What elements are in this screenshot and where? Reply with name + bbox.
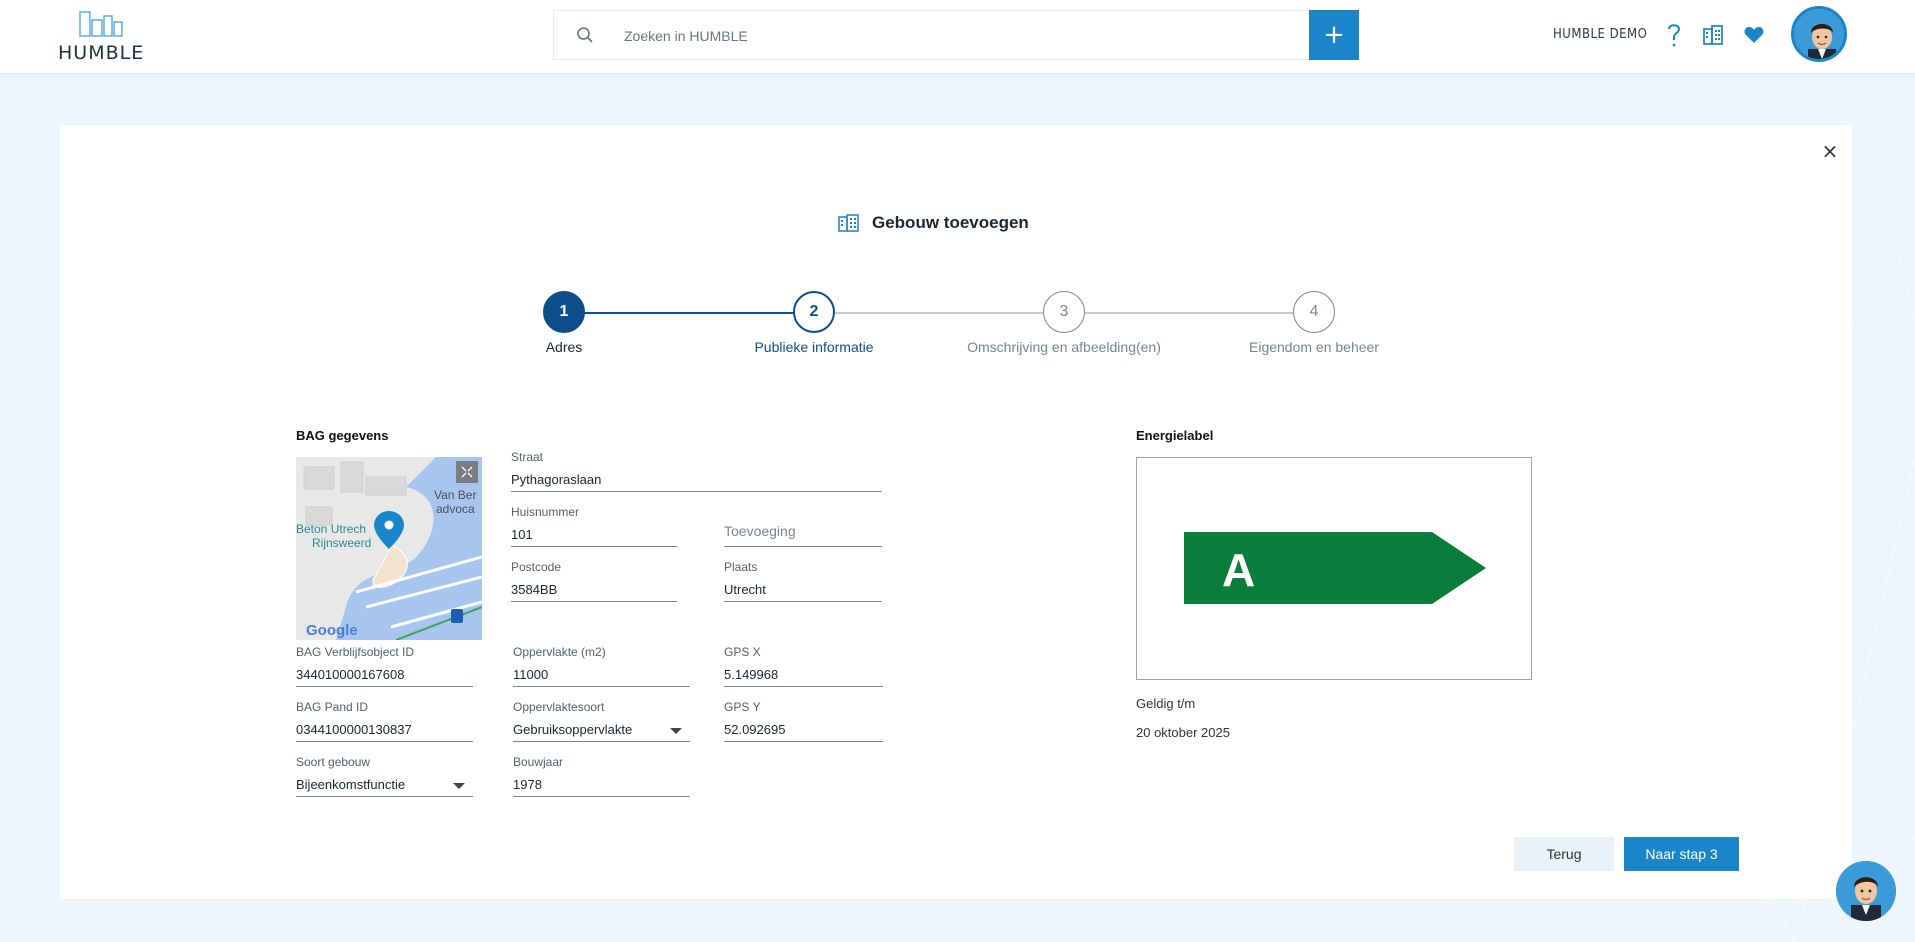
user-avatar[interactable]: [1791, 6, 1847, 62]
bag-section-title: BAG gegevens: [296, 428, 389, 443]
next-step-button[interactable]: Naar stap 3: [1624, 837, 1739, 871]
postcode-value: 3584BB: [511, 582, 558, 597]
add-building-dialog: × Gebouw toevoegen 1 2 3 4 Adres Publiek…: [60, 125, 1852, 899]
building-title-icon: [838, 214, 859, 232]
verblijfsobject-id-value: 344010000167608: [296, 667, 405, 682]
top-navigation-bar: HUMBLE + HUMBLE DEMO: [0, 0, 1915, 74]
step-3-circle[interactable]: 3: [1043, 291, 1085, 333]
chevron-down-icon: [453, 783, 465, 789]
chevron-down-icon: [670, 728, 682, 734]
energy-label-graphic: A: [1184, 532, 1486, 604]
bouwjaar-label: Bouwjaar: [513, 755, 564, 769]
map-label-beton: Beton Utrech: [296, 522, 366, 536]
gps-x-value: 5.149968: [724, 667, 779, 682]
oppervlaktesoort-select[interactable]: Oppervlaktesoort Gebruiksoppervlakte: [513, 700, 690, 742]
verblijfsobject-id-label: BAG Verblijfsobject ID: [296, 645, 415, 659]
bouwjaar-value: 1978: [513, 777, 542, 792]
oppervlakte-label: Oppervlakte (m2): [513, 645, 606, 659]
account-label[interactable]: HUMBLE DEMO: [1553, 27, 1647, 42]
step-4-label: Eigendom en beheer: [1249, 339, 1379, 355]
soort-gebouw-value: Bijeenkomstfunctie: [296, 777, 406, 792]
plaats-label: Plaats: [724, 560, 758, 574]
search-icon: [577, 27, 593, 43]
add-button[interactable]: +: [1309, 10, 1359, 60]
plaats-field[interactable]: Plaats Utrecht: [724, 560, 882, 602]
back-button[interactable]: Terug: [1514, 837, 1614, 871]
postcode-label: Postcode: [511, 560, 562, 574]
gps-y-label: GPS Y: [724, 700, 761, 714]
pand-id-value: 0344100000130837: [296, 722, 412, 737]
step-connector-3-4: [1064, 312, 1314, 314]
step-2-label: Publieke informatie: [754, 339, 874, 355]
oppervlakte-field[interactable]: Oppervlakte (m2) 11000: [513, 645, 690, 687]
question-icon[interactable]: [1666, 22, 1682, 48]
straat-value: Pythagoraslaan: [511, 472, 602, 487]
chat-avatar-illustration-icon: [1836, 861, 1896, 921]
bouwjaar-field[interactable]: Bouwjaar 1978: [513, 755, 690, 797]
huisnummer-field[interactable]: Huisnummer 101: [511, 505, 677, 547]
verblijfsobject-id-field[interactable]: BAG Verblijfsobject ID 344010000167608: [296, 645, 473, 687]
map-attribution: Google: [306, 622, 358, 639]
huisnummer-value: 101: [511, 527, 533, 542]
humble-logo[interactable]: HUMBLE: [58, 8, 144, 66]
oppervlakte-value: 11000: [513, 667, 549, 682]
logo-text: HUMBLE: [58, 42, 145, 64]
postcode-field[interactable]: Postcode 3584BB: [511, 560, 677, 602]
pand-id-label: BAG Pand ID: [296, 700, 369, 714]
buildings-icon[interactable]: [1702, 24, 1724, 46]
dialog-title-text: Gebouw toevoegen: [872, 213, 1029, 232]
heart-icon[interactable]: [1744, 26, 1764, 44]
gps-x-label: GPS X: [724, 645, 761, 659]
step-connector-2-3: [814, 312, 1064, 314]
map-expand-icon[interactable]: [456, 461, 478, 483]
avatar-illustration-icon: [1794, 9, 1844, 59]
soort-gebouw-select[interactable]: Soort gebouw Bijeenkomstfunctie: [296, 755, 473, 797]
step-1-circle[interactable]: 1: [543, 291, 585, 333]
map-label-rijnsweerd: Rijnsweerd: [312, 536, 371, 550]
step-4-circle[interactable]: 4: [1293, 291, 1335, 333]
search-bar: [553, 10, 1310, 60]
map-label-van-ber: Van Ber: [434, 488, 476, 502]
toevoeging-placeholder: Toevoeging: [724, 523, 796, 539]
oppervlaktesoort-value: Gebruiksoppervlakte: [513, 722, 633, 737]
soort-gebouw-label: Soort gebouw: [296, 755, 371, 769]
gps-x-field[interactable]: GPS X 5.149968: [724, 645, 883, 687]
step-3-label: Omschrijving en afbeelding(en): [967, 339, 1161, 355]
dialog-title: Gebouw toevoegen: [838, 213, 1029, 233]
energy-section-title: Energielabel: [1136, 428, 1214, 443]
logo-mark-icon: [79, 11, 123, 37]
valid-until-label: Geldig t/m: [1136, 696, 1196, 711]
gps-y-value: 52.092695: [724, 722, 786, 737]
huisnummer-label: Huisnummer: [511, 505, 580, 519]
energy-label-letter: A: [1222, 544, 1255, 596]
gps-y-field[interactable]: GPS Y 52.092695: [724, 700, 883, 742]
straat-label: Straat: [511, 450, 544, 464]
valid-until-value: 20 oktober 2025: [1136, 725, 1230, 740]
location-map[interactable]: Van Ber advoca Beton Utrech Rijnsweerd G…: [296, 457, 482, 640]
search-input[interactable]: [624, 21, 1224, 51]
step-1-label: Adres: [545, 339, 583, 355]
straat-field[interactable]: Straat Pythagoraslaan: [511, 450, 882, 492]
chat-assistant-avatar[interactable]: [1836, 861, 1896, 921]
map-illustration: Van Ber advoca Beton Utrech Rijnsweerd G…: [296, 457, 482, 640]
close-icon[interactable]: ×: [1820, 141, 1840, 161]
toevoeging-field[interactable]: Toevoeging: [724, 505, 882, 547]
energy-label-panel: A: [1136, 457, 1532, 680]
oppervlaktesoort-label: Oppervlaktesoort: [513, 700, 605, 714]
map-label-advoca: advoca: [436, 502, 475, 516]
step-2-circle[interactable]: 2: [793, 291, 835, 333]
pand-id-field[interactable]: BAG Pand ID 0344100000130837: [296, 700, 473, 742]
plaats-value: Utrecht: [724, 582, 766, 597]
step-connector-1-2: [564, 312, 814, 314]
